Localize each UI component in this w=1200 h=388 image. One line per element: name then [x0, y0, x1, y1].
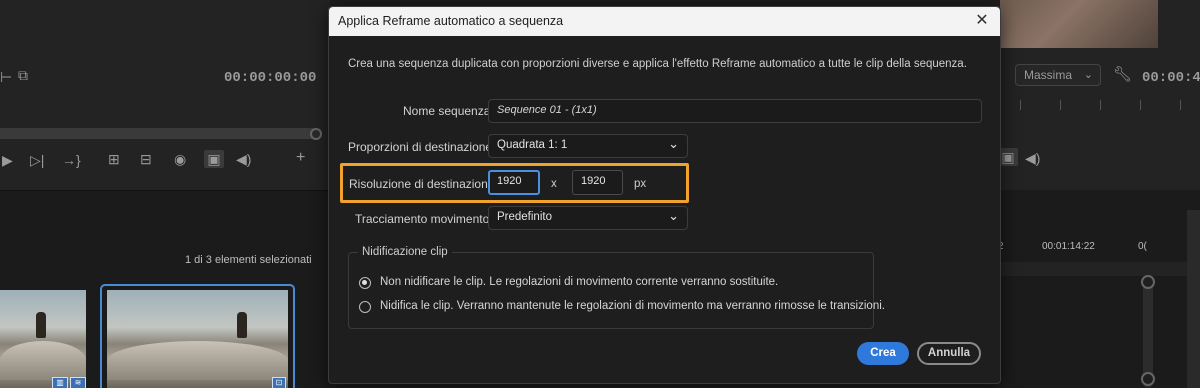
chevron-down-icon: ⌄	[1083, 69, 1093, 81]
step-forward-icon[interactable]: ▷|	[30, 153, 44, 167]
source-scrub-bar[interactable]	[0, 128, 322, 139]
selected-clip-frame	[100, 284, 295, 388]
timeline-panel	[1000, 190, 1200, 388]
resolution-height-input[interactable]: 1920	[572, 170, 623, 195]
compare-view-icon[interactable]: ▣	[204, 150, 224, 168]
sequence-name-value: Sequence 01 - (1x1)	[497, 104, 597, 116]
radio-nest-label: Nidifica le clip. Verranno mantenute le …	[380, 300, 885, 312]
clip-nesting-group	[348, 252, 874, 329]
source-monitor-panel	[0, 0, 330, 190]
resolution-unit: px	[634, 178, 647, 190]
sequence-name-label: Nome sequenza	[403, 104, 491, 118]
dialog-description: Crea una sequenza duplicata con proporzi…	[348, 58, 967, 70]
compare-view-icon-right[interactable]: ▣	[998, 148, 1018, 166]
resolution-label: Risoluzione di destinazione	[349, 177, 495, 191]
timeline-scroll-handle-bottom[interactable]	[1141, 372, 1155, 386]
resolution-width-input[interactable]: 1920	[488, 170, 540, 195]
motion-tracking-value: Predefinito	[497, 211, 552, 223]
dialog-title: Applica Reframe automatico a sequenza	[338, 14, 564, 28]
aspect-ratio-label: Proporzioni di destinazione	[348, 140, 493, 154]
radio-nest[interactable]	[359, 301, 371, 313]
auto-reframe-dialog: Applica Reframe automatico a sequenza ✕ …	[328, 6, 1001, 384]
wrench-icon[interactable]: 🔧︎	[1113, 67, 1132, 82]
play-icon[interactable]: ▶	[2, 153, 13, 167]
playback-quality-value: Massima	[1024, 68, 1073, 82]
program-timecode: 00:00:40	[1142, 70, 1200, 86]
clip-nesting-title: Nidificazione clip	[358, 246, 452, 258]
sequence-badge-icon: ⊡	[272, 377, 286, 388]
playback-quality-dropdown[interactable]: Massima ⌄	[1015, 64, 1101, 86]
aspect-ratio-select[interactable]: Quadrata 1: 1 ⌄	[488, 134, 688, 158]
resolution-width-value: 1920	[497, 175, 522, 187]
create-button[interactable]: Crea	[857, 342, 909, 365]
resolution-separator: x	[551, 178, 557, 190]
video-badge-icon: ▥	[52, 377, 68, 388]
radio-do-not-nest[interactable]	[359, 277, 371, 289]
source-scrub-handle[interactable]	[310, 128, 322, 140]
timeline-ruler	[1000, 262, 1200, 276]
go-to-out-icon[interactable]: →}	[62, 153, 81, 167]
timeline-marker-partial-right: 0(	[1138, 241, 1147, 252]
motion-tracking-select[interactable]: Predefinito ⌄	[488, 206, 688, 230]
clip-thumbnail[interactable]	[0, 290, 86, 388]
audio-icon-right[interactable]: ◀)	[1025, 151, 1040, 165]
aspect-ratio-value: Quadrata 1: 1	[497, 139, 568, 151]
motion-tracking-label: Tracciamento movimento	[355, 212, 490, 226]
resolution-height-value: 1920	[581, 175, 606, 187]
add-button-icon[interactable]: +	[296, 150, 305, 166]
export-frame-icon[interactable]: ⧉	[18, 68, 28, 82]
audio-icon[interactable]: ◀)	[236, 152, 251, 166]
audio-badge-icon: ≋	[70, 377, 86, 388]
timeline-marker: 00:01:14:22	[1042, 241, 1095, 252]
program-ruler	[1000, 100, 1200, 112]
mark-out-icon[interactable]: ⊢	[0, 70, 12, 84]
dialog-titlebar: Applica Reframe automatico a sequenza ✕	[329, 7, 1000, 36]
audio-meter	[1187, 210, 1200, 388]
insert-icon[interactable]: ⊞	[108, 152, 120, 166]
source-timecode: 00:00:00:00	[224, 70, 317, 86]
close-icon[interactable]: ✕	[970, 10, 994, 32]
radio-do-not-nest-label: Non nidificare le clip. Le regolazioni d…	[380, 276, 779, 288]
timeline-scroll-handle-top[interactable]	[1141, 275, 1155, 289]
overwrite-icon[interactable]: ⊟	[140, 152, 152, 166]
camera-icon[interactable]: ◉	[174, 152, 186, 166]
sequence-name-field[interactable]: Sequence 01 - (1x1)	[488, 99, 982, 123]
chevron-down-icon: ⌄	[668, 208, 679, 223]
selection-count: 1 di 3 elementi selezionati	[185, 254, 312, 266]
cancel-button[interactable]: Annulla	[917, 342, 981, 365]
chevron-down-icon: ⌄	[668, 136, 679, 151]
program-preview-image	[1000, 0, 1158, 48]
